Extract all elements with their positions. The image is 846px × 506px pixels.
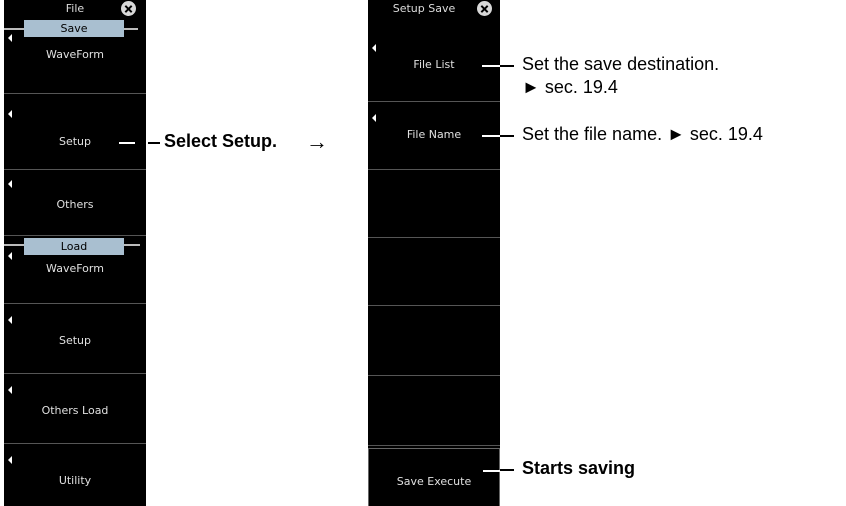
triangle-left-icon xyxy=(8,386,12,394)
empty-softkey xyxy=(368,172,500,238)
load-setup-label: Setup xyxy=(58,334,92,347)
save-group-label: Save xyxy=(24,20,124,37)
close-icon[interactable] xyxy=(121,1,136,16)
empty-softkey xyxy=(368,378,500,446)
others-load-label: Others Load xyxy=(41,404,109,417)
file-name-button[interactable]: File Name xyxy=(368,104,500,170)
file-menu-title-bar: File xyxy=(4,0,146,20)
load-group-label: Load xyxy=(24,238,124,255)
callout-line xyxy=(482,65,500,67)
setup-save-title: Setup Save xyxy=(392,2,456,15)
utility-label: Utility xyxy=(58,474,92,487)
callout-line xyxy=(482,135,500,137)
divider xyxy=(4,244,24,246)
file-list-reference: ► sec. 19.4 xyxy=(522,77,618,97)
save-execute-button[interactable]: Save Execute xyxy=(368,448,501,506)
triangle-left-icon xyxy=(8,34,12,42)
save-waveform-label: WaveForm xyxy=(46,48,104,61)
triangle-left-icon xyxy=(8,110,12,118)
setup-save-title-bar: Setup Save xyxy=(368,0,500,20)
file-list-description: Set the save destination. xyxy=(522,54,720,74)
save-others-button[interactable]: Others xyxy=(4,172,146,236)
load-waveform-label: WaveForm xyxy=(46,262,104,275)
divider xyxy=(4,28,24,30)
file-name-label: File Name xyxy=(406,128,462,141)
others-load-button[interactable]: Others Load xyxy=(4,376,146,444)
save-others-label: Others xyxy=(56,198,94,211)
triangle-left-icon xyxy=(372,114,376,122)
arrow-right-icon: → xyxy=(306,129,328,154)
callout-line xyxy=(500,469,514,471)
triangle-left-icon xyxy=(8,252,12,260)
triangle-left-icon xyxy=(8,316,12,324)
save-execute-label: Save Execute xyxy=(396,475,472,488)
divider xyxy=(124,244,140,246)
triangle-left-icon xyxy=(8,456,12,464)
file-menu-panel: File Save WaveForm Setup Others Load Wav… xyxy=(4,0,146,506)
close-icon[interactable] xyxy=(477,1,492,16)
file-list-button[interactable]: File List xyxy=(368,34,500,102)
select-setup-annotation: Select Setup. xyxy=(164,131,278,151)
load-waveform-button[interactable]: Load WaveForm xyxy=(4,236,146,304)
callout-line xyxy=(148,142,160,144)
utility-button[interactable]: Utility xyxy=(4,446,146,506)
empty-softkey xyxy=(368,240,500,306)
setup-save-panel: Setup Save File List File Name Save Exec… xyxy=(368,0,501,506)
empty-softkey xyxy=(368,308,500,376)
divider xyxy=(124,28,138,30)
file-list-label: File List xyxy=(413,58,455,71)
callout-line xyxy=(500,65,514,67)
save-waveform-button[interactable]: Save WaveForm xyxy=(4,20,146,94)
load-setup-button[interactable]: Setup xyxy=(4,306,146,374)
file-name-description: Set the file name. ► sec. 19.4 xyxy=(522,124,763,144)
callout-line xyxy=(119,142,135,144)
save-setup-button[interactable]: Setup xyxy=(4,104,146,170)
callout-line xyxy=(483,470,501,472)
triangle-left-icon xyxy=(8,180,12,188)
callout-line xyxy=(500,135,514,137)
starts-saving-annotation: Starts saving xyxy=(522,458,636,478)
triangle-left-icon xyxy=(372,44,376,52)
